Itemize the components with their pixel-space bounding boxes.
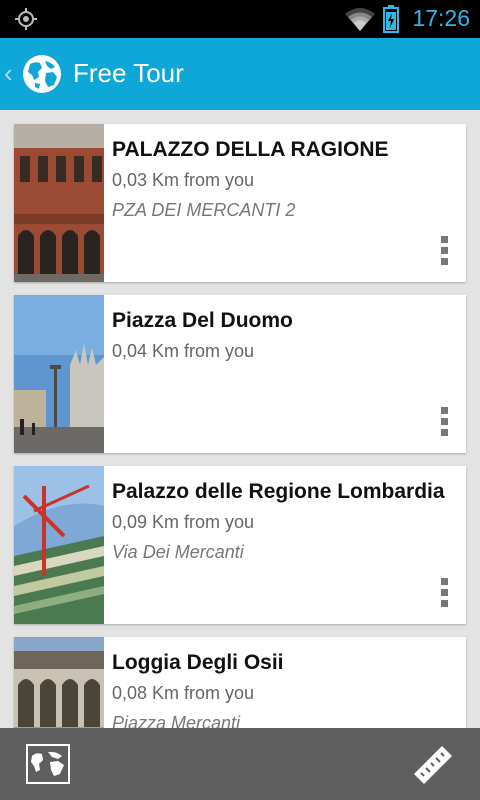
place-name: Loggia Degli Osii [112,651,284,674]
place-thumbnail [14,466,104,624]
status-bar: 17:26 [0,0,480,38]
place-distance: 0,09 Km from you [112,512,255,532]
overflow-menu-icon[interactable] [441,407,449,437]
map-icon[interactable] [26,744,70,784]
place-address: Piazza Mercanti [112,713,241,728]
status-clock: 17:26 [412,5,470,31]
place-name: PALAZZO DELLA RAGIONE [112,138,389,161]
overflow-menu-icon[interactable] [441,578,449,608]
place-distance: 0,08 Km from you [112,683,255,703]
place-name: Palazzo delle Regione Lombardia [112,480,445,503]
place-distance: 0,04 Km from you [112,341,255,361]
place-distance: 0,03 Km from you [112,170,255,190]
overflow-menu-icon[interactable] [441,236,449,266]
place-address: Via Dei Mercanti [112,542,244,562]
ruler-icon[interactable] [412,744,454,784]
gps-icon [15,8,37,30]
place-thumbnail [14,124,104,282]
place-thumbnail [14,295,104,453]
battery-charging-icon [383,5,399,33]
places-list: PALAZZO DELLA RAGIONE 0,03 Km from you P… [0,110,480,728]
place-name: Piazza Del Duomo [112,309,293,332]
list-item[interactable]: Piazza Del Duomo 0,04 Km from you [14,295,466,453]
page-title: Free Tour [73,58,184,88]
back-chevron-icon[interactable]: ‹ [4,60,13,86]
bottom-bar [0,728,480,800]
list-item[interactable]: Palazzo delle Regione Lombardia 0,09 Km … [14,466,466,624]
list-item[interactable]: Loggia Degli Osii 0,08 Km from you Piazz… [14,637,466,728]
wifi-icon [345,8,375,31]
place-thumbnail [14,637,104,728]
place-address: PZA DEI MERCANTI 2 [112,200,296,220]
list-item[interactable]: PALAZZO DELLA RAGIONE 0,03 Km from you P… [14,124,466,282]
globe-icon[interactable] [21,53,63,95]
action-bar: ‹ Free Tour [0,38,480,110]
